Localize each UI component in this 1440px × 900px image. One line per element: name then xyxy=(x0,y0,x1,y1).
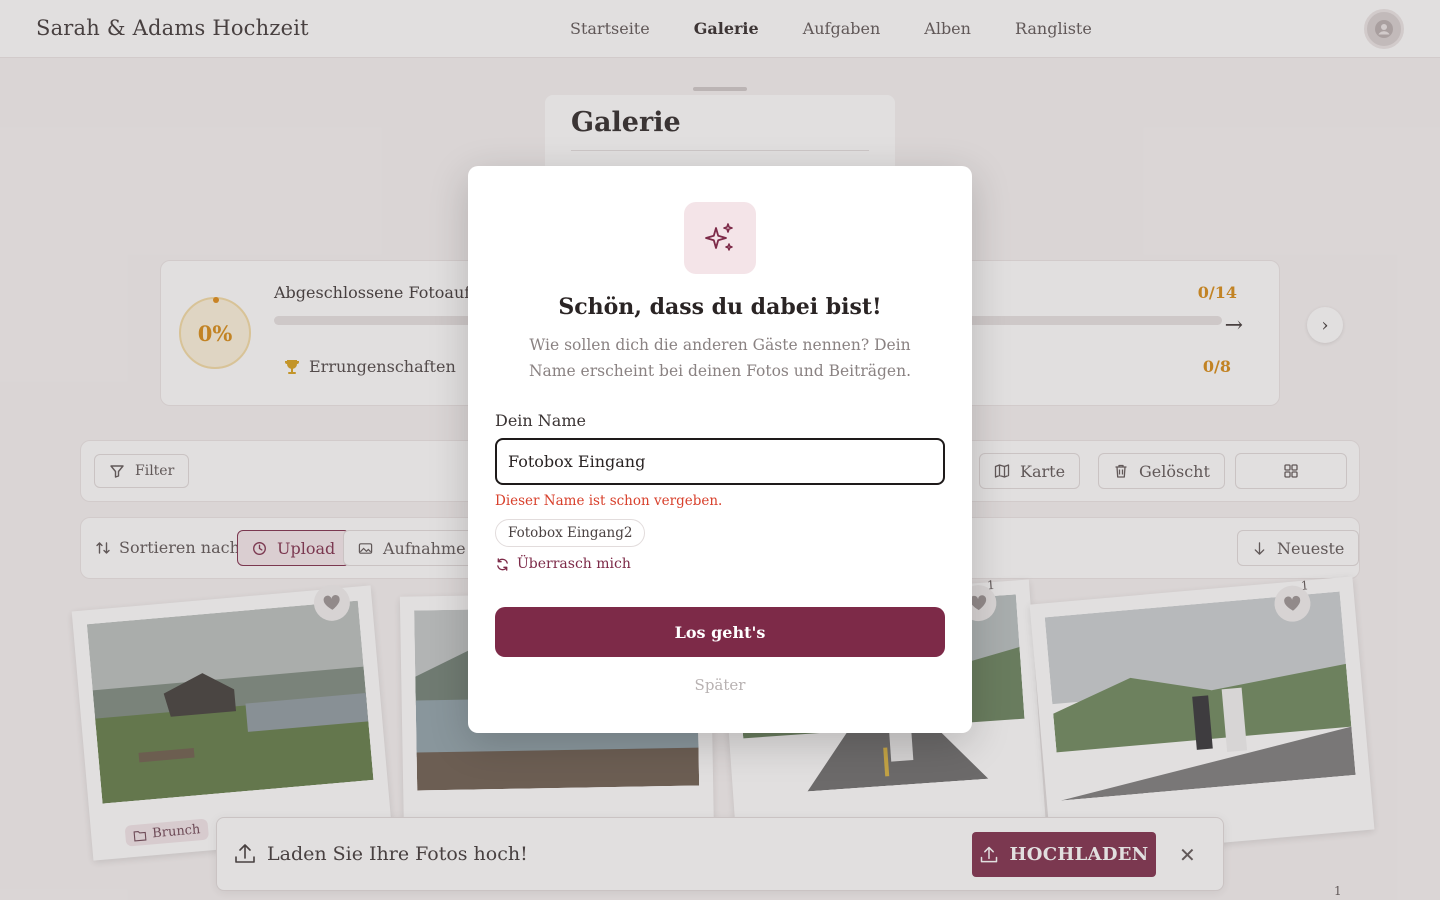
sparkles-icon xyxy=(684,202,756,274)
name-field-label: Dein Name xyxy=(495,411,586,430)
name-input[interactable] xyxy=(495,438,945,485)
refresh-icon xyxy=(497,557,508,571)
dialog-title: Schön, dass du dabei bist! xyxy=(558,294,882,320)
name-error-message: Dieser Name ist schon vergeben. xyxy=(495,493,723,509)
name-suggestion-chip[interactable]: Fotobox Eingang2 xyxy=(495,519,646,547)
surprise-me-label: Überrasch mich xyxy=(517,556,631,572)
continue-button[interactable]: Los geht's xyxy=(495,607,945,657)
name-dialog: Schön, dass du dabei bist! Wie sollen di… xyxy=(468,166,972,733)
later-link[interactable]: Später xyxy=(468,676,972,694)
dialog-subtitle: Wie sollen dich die anderen Gäste nennen… xyxy=(528,336,912,380)
surprise-me-link[interactable]: Überrasch mich xyxy=(495,556,631,572)
